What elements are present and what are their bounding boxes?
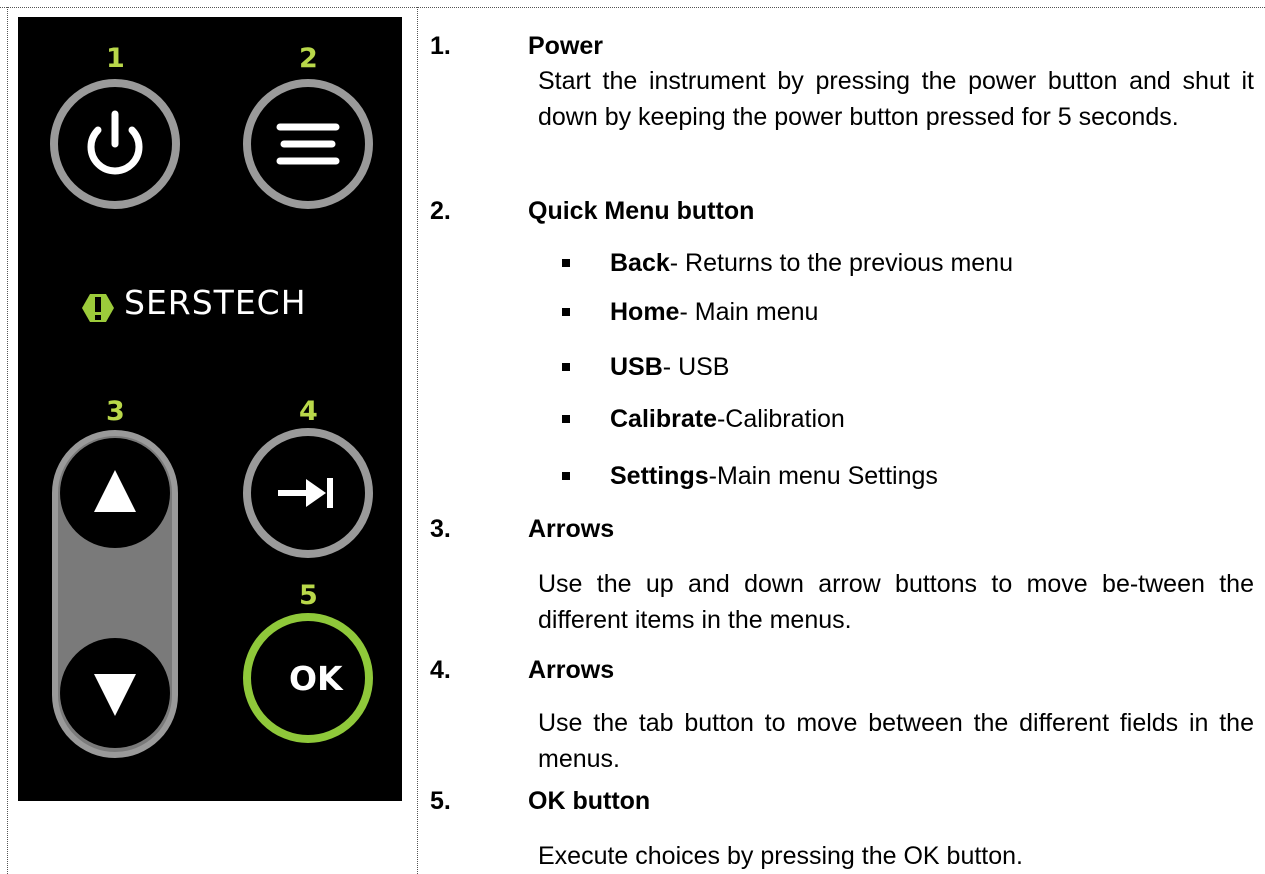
section-1-number: 1. (430, 32, 451, 60)
bullet-icon (562, 415, 570, 423)
bullet-desc: -Main menu Settings (708, 461, 938, 490)
keypad-number-1: 1 (106, 43, 125, 74)
bullet-desc: -Calibration (716, 404, 845, 433)
arrow-buttons (52, 430, 178, 758)
bullet-icon (562, 472, 570, 480)
quick-menu-button (243, 79, 373, 209)
table-column-divider (417, 7, 418, 874)
bullet-term: USB (610, 352, 663, 381)
bullet-icon (562, 308, 570, 316)
section-1-title: Power (528, 32, 604, 60)
section-4-title: Arrows (528, 656, 615, 684)
bullet-desc: - Returns to the previous menu (669, 248, 1013, 277)
serstech-logo: SERSTECH (84, 286, 307, 319)
bullet-term: Settings (610, 461, 709, 490)
section-2-title: Quick Menu button (528, 197, 755, 225)
keypad-number-3: 3 (106, 396, 125, 427)
bullet-term: Calibrate (610, 404, 717, 433)
list-item: Back - Returns to the previous menu (562, 248, 1013, 278)
section-4-text: Use the tab button to move between the d… (538, 709, 1254, 773)
section-3-text: Use the up and down arrow buttons to mov… (538, 570, 1254, 634)
section-1-text: Start the instrument by pressing the pow… (538, 67, 1254, 131)
keypad-graphic (50, 79, 373, 758)
ok-button-label: OK (289, 659, 343, 698)
list-item: USB - USB (562, 352, 729, 382)
brand-name: SERSTECH (124, 283, 307, 322)
tab-button (243, 428, 373, 558)
section-5-title: OK button (528, 787, 651, 815)
section-3-title: Arrows (528, 515, 615, 543)
bullet-icon (562, 259, 570, 267)
section-3-number: 3. (430, 515, 451, 543)
list-item: Settings -Main menu Settings (562, 461, 938, 491)
section-5-text: Execute choices by pressing the OK butto… (538, 842, 1023, 870)
section-4-number: 4. (430, 656, 451, 684)
bullet-desc: - Main menu (679, 297, 819, 326)
table-left-border (7, 7, 8, 874)
power-button (50, 79, 180, 209)
section-2-number: 2. (430, 197, 451, 225)
section-5-number: 5. (430, 787, 451, 815)
bullet-desc: - USB (662, 352, 730, 381)
bullet-term: Back (610, 248, 670, 277)
keypad-number-2: 2 (299, 43, 318, 74)
list-item: Calibrate -Calibration (562, 404, 845, 434)
list-item: Home - Main menu (562, 297, 818, 327)
keypad-panel: 1 2 3 4 5 SERSTECH OK (18, 17, 402, 801)
keypad-number-4: 4 (299, 396, 318, 427)
bullet-term: Home (610, 297, 680, 326)
table-top-border (0, 7, 1265, 8)
bullet-icon (562, 363, 570, 371)
keypad-number-5: 5 (299, 580, 318, 611)
